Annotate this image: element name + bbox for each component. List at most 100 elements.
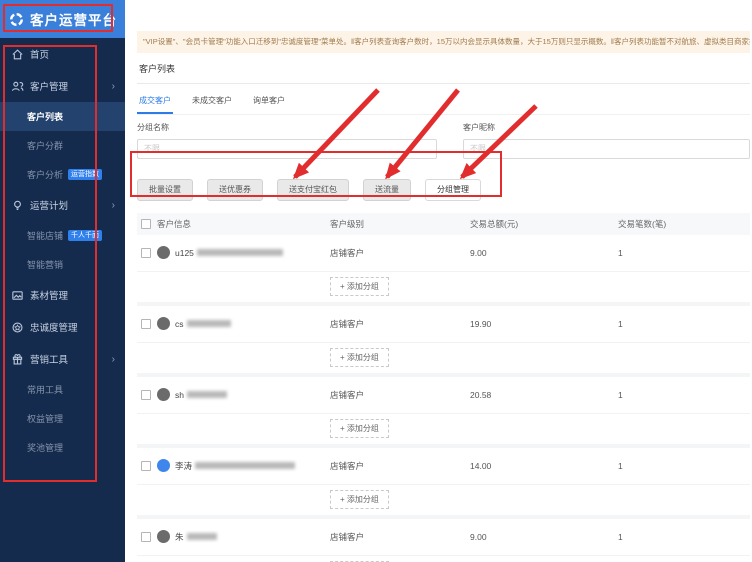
notice-bar: "VIP设置"、"会员卡管理"功能入口迁移到"忠诚度管理"菜单处。‖客户列表查询… bbox=[137, 31, 750, 53]
total-amount: 14.00 bbox=[470, 461, 618, 471]
sidebar-item-customer-segments[interactable]: 客户分群 bbox=[0, 131, 125, 160]
trade-count: 1 bbox=[618, 248, 750, 258]
table-row: 朱 店铺客户 9.00 1 + 添加分组 bbox=[137, 519, 750, 562]
avatar bbox=[157, 388, 170, 401]
sidebar-item-label: 奖池管理 bbox=[27, 441, 63, 454]
avatar bbox=[157, 530, 170, 543]
customer-level: 店铺客户 bbox=[330, 247, 470, 259]
sidebar-item-customer-analysis[interactable]: 客户分析 运营指数 bbox=[0, 160, 125, 189]
loyalty-medal-icon bbox=[11, 321, 24, 334]
sidebar-item-label: 客户分析 bbox=[27, 168, 63, 181]
sidebar-item-label: 客户分群 bbox=[27, 139, 63, 152]
sidebar-item-prize-pool-management[interactable]: 奖池管理 bbox=[0, 433, 125, 462]
customer-level: 店铺客户 bbox=[330, 460, 470, 472]
customer-name: 李涛 bbox=[175, 460, 295, 472]
customer-nickname-input[interactable] bbox=[463, 139, 750, 159]
customer-nickname-label: 客户昵称 bbox=[463, 122, 750, 133]
app-logo: 客户运营平台 bbox=[0, 0, 125, 38]
customer-name: 朱 bbox=[175, 531, 217, 543]
customer-operations-platform: 客户运营平台 首页 客户管理 › 客户列表 客户分群 客户分析 运营指数 bbox=[0, 0, 752, 562]
sidebar-item-label: 首页 bbox=[30, 47, 49, 61]
sidebar-item-label: 客户管理 bbox=[30, 79, 68, 93]
send-coupon-button[interactable]: 送优惠券 bbox=[207, 179, 263, 201]
group-manage-button[interactable]: 分组管理 bbox=[425, 179, 481, 201]
add-group-button[interactable]: + 添加分组 bbox=[330, 348, 389, 367]
sidebar-item-customer-management[interactable]: 客户管理 › bbox=[0, 70, 125, 102]
avatar bbox=[157, 246, 170, 259]
row-checkbox[interactable] bbox=[141, 319, 151, 329]
sidebar-item-loyalty-management[interactable]: 忠诚度管理 bbox=[0, 311, 125, 343]
send-traffic-button[interactable]: 送流量 bbox=[363, 179, 411, 201]
sidebar-item-material-management[interactable]: 素材管理 bbox=[0, 279, 125, 311]
chevron-right-icon: › bbox=[112, 354, 115, 365]
total-amount: 9.00 bbox=[470, 248, 618, 258]
add-group-button[interactable]: + 添加分组 bbox=[330, 490, 389, 509]
add-group-button[interactable]: + 添加分组 bbox=[330, 419, 389, 438]
row-checkbox[interactable] bbox=[141, 248, 151, 258]
customer-name: sh bbox=[175, 390, 227, 400]
customer-tabs: 成交客户 未成交客户 询单客户 bbox=[137, 84, 750, 115]
total-amount: 9.00 bbox=[470, 532, 618, 542]
avatar bbox=[157, 459, 170, 472]
sidebar-item-label: 忠诚度管理 bbox=[30, 320, 78, 334]
operation-index-badge: 运营指数 bbox=[68, 169, 102, 180]
customer-table: 客户信息 客户级别 交易总额(元) 交易笔数(笔) u125 店铺客户 9.00… bbox=[137, 213, 750, 562]
customer-level: 店铺客户 bbox=[330, 531, 470, 543]
trade-count: 1 bbox=[618, 319, 750, 329]
sidebar-item-smart-shop[interactable]: 智能店铺 千人千面 bbox=[0, 221, 125, 250]
sidebar-item-label: 智能营销 bbox=[27, 258, 63, 271]
trade-count: 1 bbox=[618, 390, 750, 400]
send-alipay-redpacket-button[interactable]: 送支付宝红包 bbox=[277, 179, 349, 201]
image-icon bbox=[11, 289, 24, 302]
tab-inquiry-customers[interactable]: 询单客户 bbox=[251, 92, 287, 114]
header-customer-info: 客户信息 bbox=[157, 218, 191, 230]
sidebar-item-label: 素材管理 bbox=[30, 288, 68, 302]
sidebar-item-marketing-tools[interactable]: 营销工具 › bbox=[0, 343, 125, 375]
table-row: u125 店铺客户 9.00 1 + 添加分组 bbox=[137, 235, 750, 306]
sidebar-item-label: 权益管理 bbox=[27, 412, 63, 425]
row-checkbox[interactable] bbox=[141, 532, 151, 542]
header-trade-count: 交易笔数(笔) bbox=[618, 218, 750, 230]
sidebar-item-operation-plan[interactable]: 运营计划 › bbox=[0, 189, 125, 221]
main-content: "VIP设置"、"会员卡管理"功能入口迁移到"忠诚度管理"菜单处。‖客户列表查询… bbox=[125, 0, 752, 562]
sidebar-item-rights-management[interactable]: 权益管理 bbox=[0, 404, 125, 433]
sidebar-item-customer-list[interactable]: 客户列表 bbox=[0, 102, 125, 131]
sidebar-item-label: 客户列表 bbox=[27, 110, 63, 123]
table-header-row: 客户信息 客户级别 交易总额(元) 交易笔数(笔) bbox=[137, 213, 750, 235]
customer-level: 店铺客户 bbox=[330, 389, 470, 401]
sidebar-item-label: 营销工具 bbox=[30, 352, 68, 366]
tab-non-deal-customers[interactable]: 未成交客户 bbox=[190, 92, 234, 114]
chevron-right-icon: › bbox=[112, 200, 115, 211]
customer-name: cs bbox=[175, 319, 231, 329]
total-amount: 19.90 bbox=[470, 319, 618, 329]
table-row: cs 店铺客户 19.90 1 + 添加分组 bbox=[137, 306, 750, 377]
app-title: 客户运营平台 bbox=[30, 9, 117, 29]
group-name-input[interactable] bbox=[137, 139, 437, 159]
add-group-button[interactable]: + 添加分组 bbox=[330, 277, 389, 296]
bulb-icon bbox=[11, 199, 24, 212]
sidebar-item-label: 运营计划 bbox=[30, 198, 68, 212]
table-row: sh 店铺客户 20.58 1 + 添加分组 bbox=[137, 377, 750, 448]
sidebar-item-home[interactable]: 首页 bbox=[0, 38, 125, 70]
users-icon bbox=[11, 80, 24, 93]
aperture-logo-icon bbox=[9, 12, 24, 27]
page-title: 客户列表 bbox=[137, 53, 750, 84]
sidebar-item-common-tools[interactable]: 常用工具 bbox=[0, 375, 125, 404]
group-name-label: 分组名称 bbox=[137, 122, 437, 133]
avatar bbox=[157, 317, 170, 330]
trade-count: 1 bbox=[618, 532, 750, 542]
sidebar: 客户运营平台 首页 客户管理 › 客户列表 客户分群 客户分析 运营指数 bbox=[0, 0, 125, 562]
row-checkbox[interactable] bbox=[141, 461, 151, 471]
filter-row: 分组名称 客户昵称 bbox=[137, 122, 750, 159]
row-checkbox[interactable] bbox=[141, 390, 151, 400]
sidebar-item-label: 智能店铺 bbox=[27, 229, 63, 242]
customer-level: 店铺客户 bbox=[330, 318, 470, 330]
batch-set-button[interactable]: 批量设置 bbox=[137, 179, 193, 201]
tab-deal-customers[interactable]: 成交客户 bbox=[137, 92, 173, 114]
gift-icon bbox=[11, 353, 24, 366]
home-icon bbox=[11, 48, 24, 61]
trade-count: 1 bbox=[618, 461, 750, 471]
sidebar-item-label: 常用工具 bbox=[27, 383, 63, 396]
select-all-checkbox[interactable] bbox=[141, 219, 151, 229]
sidebar-item-smart-marketing[interactable]: 智能营销 bbox=[0, 250, 125, 279]
